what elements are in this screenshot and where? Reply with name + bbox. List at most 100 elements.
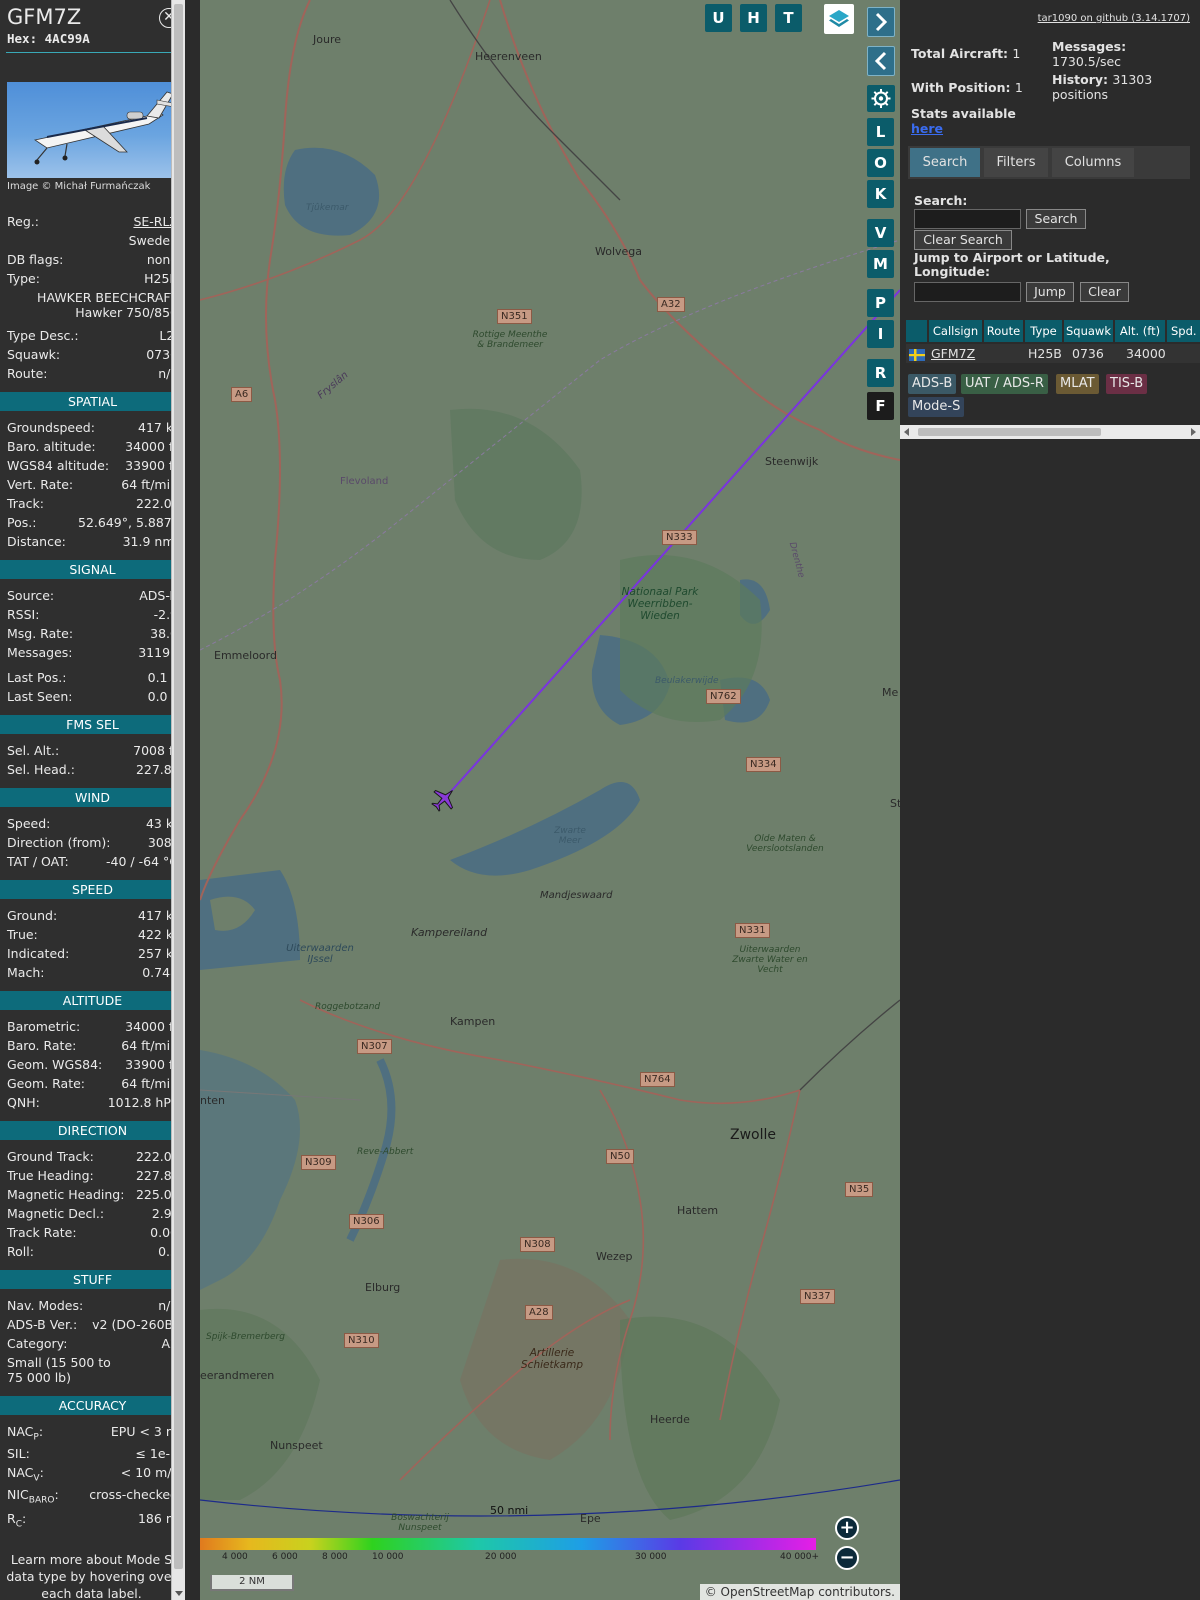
stuff-row: Nav. Modes: n/a xyxy=(7,1298,178,1316)
accuracy-key: NACP: xyxy=(7,1424,44,1443)
aircraft-marker-icon[interactable] xyxy=(430,785,458,813)
map-attribution[interactable]: © OpenStreetMap contributors. xyxy=(699,1584,900,1600)
tab-filters[interactable]: Filters xyxy=(984,148,1048,177)
col-header[interactable]: Alt. (ft) xyxy=(1115,320,1166,342)
road-badge: N762 xyxy=(706,689,741,704)
road-badge: N307 xyxy=(357,1039,392,1054)
col-header[interactable]: Route xyxy=(984,320,1024,342)
map-place-label: Nunspeet xyxy=(270,1439,323,1452)
gear-icon xyxy=(871,89,891,108)
wind-row: Direction (from): 308° xyxy=(7,835,178,853)
altitude-tick: 10 000 xyxy=(372,1552,404,1562)
toggle-m-button[interactable]: M xyxy=(867,250,894,278)
map-place-label: Heerenveen xyxy=(475,50,542,63)
direction-key: Magnetic Decl.: xyxy=(7,1206,105,1221)
map-place-label: nten xyxy=(200,1094,226,1107)
direction-key: Roll: xyxy=(7,1244,34,1259)
clear-search-button[interactable]: Clear Search xyxy=(914,230,1012,250)
map-place-label: Zwarte Meer xyxy=(554,826,586,846)
row-altitude: 34000 xyxy=(1126,346,1166,361)
aircraft-photo[interactable] xyxy=(7,82,178,178)
toggle-l-button[interactable]: L xyxy=(867,118,894,146)
squawk-label: Squawk: xyxy=(7,347,61,362)
altitude-value: 1012.8 hPa xyxy=(107,1095,178,1110)
accuracy-key-sub: P xyxy=(33,1432,39,1443)
direction-row: Roll: 0.5 xyxy=(7,1244,178,1262)
road-badge: N310 xyxy=(344,1333,379,1348)
stats-link[interactable]: here xyxy=(911,121,1016,136)
dbflags-label: DB flags: xyxy=(7,252,64,267)
table-horizontal-scrollbar[interactable] xyxy=(900,425,1200,439)
map-place-label: Wezep xyxy=(596,1250,633,1263)
road-badge: A32 xyxy=(657,297,685,312)
zoom-in-button[interactable]: + xyxy=(835,1516,859,1540)
speed-key: Mach: xyxy=(7,965,45,980)
map-place-label: Kampereiland xyxy=(411,926,488,939)
scroll-down-icon[interactable] xyxy=(175,1591,183,1596)
tab-columns[interactable]: Columns xyxy=(1052,148,1134,177)
settings-button[interactable] xyxy=(867,85,895,112)
learn-more-line: data type by hovering over xyxy=(6,1569,177,1584)
map-place-label: Beulakerwijde xyxy=(655,676,719,686)
learn-more-line: Learn more about Mode S xyxy=(10,1552,173,1567)
map-place-label: eerandmeren xyxy=(200,1369,275,1382)
altitude-color-legend xyxy=(200,1538,816,1550)
altitude-legend-ticks: 4 000 6 000 8 000 10 000 20 000 30 000 4… xyxy=(200,1552,820,1566)
stuff-row: Category: A2 xyxy=(7,1336,178,1354)
speed-row: Mach: 0.748 xyxy=(7,965,178,983)
spatial-value: 31.9 nmi xyxy=(122,534,178,549)
scrollbar-thumb[interactable] xyxy=(918,428,1101,436)
signal-row: Last Seen: 0.0 s xyxy=(7,689,178,707)
collapse-panel-button[interactable] xyxy=(867,46,895,76)
altitude-key: Barometric: xyxy=(7,1019,81,1034)
toggle-k-button[interactable]: K xyxy=(867,180,894,208)
row-type: H25B xyxy=(1028,346,1062,361)
col-header[interactable]: Type xyxy=(1025,320,1063,342)
toggle-u-button[interactable]: U xyxy=(705,4,732,32)
signal-row: Last Pos.: 0.1 s xyxy=(7,670,178,688)
toggle-h-button[interactable]: H xyxy=(740,4,767,32)
layers-button[interactable] xyxy=(824,4,854,34)
section-spatial: SPATIAL xyxy=(0,392,185,411)
map-view[interactable]: Joure Heerenveen Tjûkemar Wolvega Rottig… xyxy=(200,0,900,1600)
altitude-row: Geom. WGS84: 33900 ft xyxy=(7,1057,178,1075)
clear-button[interactable]: Clear xyxy=(1080,282,1129,302)
direction-key: Track Rate: xyxy=(7,1225,77,1240)
zoom-out-button[interactable]: − xyxy=(835,1546,859,1570)
speed-row: Ground: 417 kt xyxy=(7,908,178,926)
with-position: With Position: 1 xyxy=(911,80,1023,95)
legend-tisb: TIS-B xyxy=(1106,374,1148,394)
scroll-right-icon[interactable] xyxy=(1191,428,1196,436)
learn-more-line: each data label. xyxy=(41,1586,142,1600)
col-header[interactable]: Spd. xyxy=(1167,320,1200,342)
github-link[interactable]: tar1090 on github (3.14.1707) xyxy=(1038,13,1190,24)
search-button[interactable]: Search xyxy=(1026,209,1086,229)
map-place-label: Emmeloord xyxy=(214,649,277,662)
signal-key: Source: xyxy=(7,588,55,603)
expand-panel-button[interactable] xyxy=(867,7,895,37)
direction-row: Magnetic Heading: 225.0° xyxy=(7,1187,178,1205)
left-panel-scrollbar[interactable] xyxy=(171,0,185,1600)
altitude-tick: 8 000 xyxy=(322,1552,348,1562)
toggle-i-button[interactable]: I xyxy=(867,320,894,348)
jump-button[interactable]: Jump xyxy=(1026,282,1074,302)
stuff-key: Category: xyxy=(7,1336,68,1351)
road-badge: N333 xyxy=(662,530,697,545)
search-input[interactable] xyxy=(914,209,1021,229)
toggle-t-button[interactable]: T xyxy=(775,4,802,32)
map-place-label: Me xyxy=(882,686,899,699)
toggle-p-button[interactable]: P xyxy=(867,289,894,317)
wind-row: Speed: 43 kt xyxy=(7,816,178,834)
col-header[interactable]: Callsign xyxy=(929,320,983,342)
jump-input[interactable] xyxy=(914,282,1021,302)
toggle-v-button[interactable]: V xyxy=(867,219,894,247)
scroll-left-icon[interactable] xyxy=(904,428,909,436)
toggle-r-button[interactable]: R xyxy=(867,359,894,387)
toggle-f-button[interactable]: F xyxy=(867,392,894,420)
signal-row: Msg. Rate: 38.0 xyxy=(7,626,178,644)
row-callsign[interactable]: GFM7Z xyxy=(931,344,975,363)
scrollbar-thumb[interactable] xyxy=(174,4,183,1569)
col-header[interactable]: Squawk xyxy=(1064,320,1114,342)
toggle-o-button[interactable]: O xyxy=(867,149,894,177)
tab-search[interactable]: Search xyxy=(910,148,980,177)
